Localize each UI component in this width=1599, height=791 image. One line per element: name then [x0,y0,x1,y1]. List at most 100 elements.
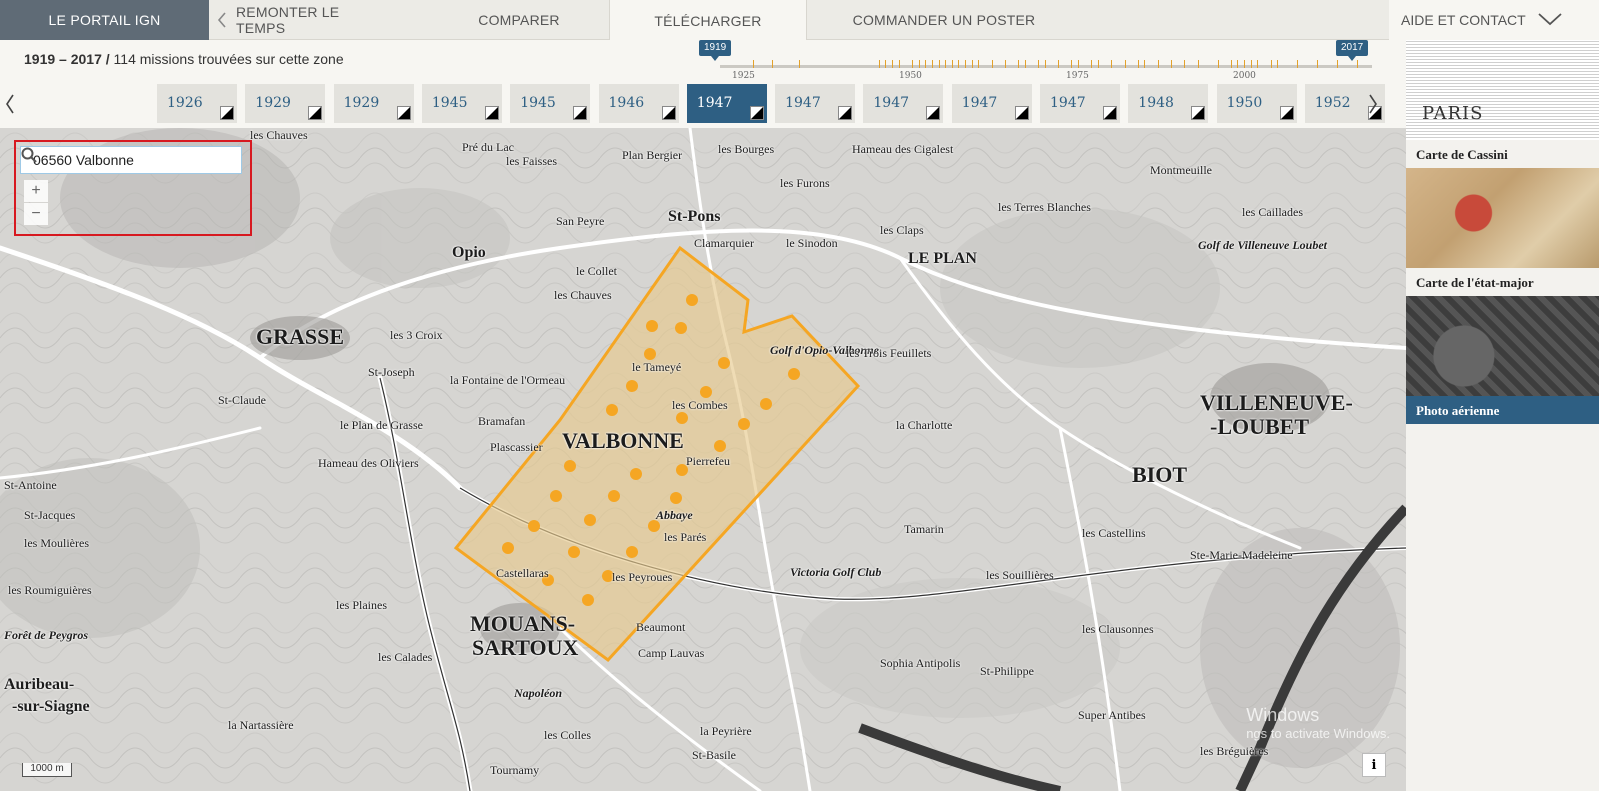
year-tile[interactable]: 1929 [245,84,326,123]
mission-point[interactable] [528,520,540,532]
year-label: 1926 [167,95,203,111]
timeline-tick [911,60,913,68]
mission-point[interactable] [644,348,656,360]
timeline-tick [1078,60,1079,68]
preview-corner-icon [484,106,499,120]
timeline-tick [938,60,940,68]
mission-point[interactable] [675,322,687,334]
layer-label: Carte de Cassini [1406,140,1599,168]
map-view[interactable]: GRASSE VALBONNE LE PLAN Opio St-Pons VILLENEU… [0,128,1406,791]
mission-point[interactable] [564,460,576,472]
years-next-arrow-icon[interactable] [1363,90,1383,118]
year-tile[interactable]: 1947 [863,84,944,123]
tab-commander-un-poster[interactable]: COMMANDER UN POSTER [838,0,1050,40]
mission-point[interactable] [542,574,554,586]
mission-point[interactable] [714,440,726,452]
year-label: 1945 [431,95,468,111]
timeline-end-handle[interactable]: 2017 [1336,40,1369,61]
timeline-tick [1044,60,1046,68]
mission-point[interactable] [676,464,688,476]
year-tile[interactable]: 1947 [686,84,767,123]
timeline-start-handle[interactable]: 1919 [699,40,732,61]
timeline-label: 1950 [899,71,922,81]
timeline-tick [772,60,774,68]
app-root: LE PORTAIL IGN REMONTER LE TEMPS COMPARE… [0,0,1599,791]
year-tile[interactable]: 1947 [775,84,856,123]
timeline-tick [1058,60,1060,68]
layer-etat-major[interactable]: Carte de l'état-major [1406,168,1599,296]
timeline-tick [1144,60,1146,68]
mission-point[interactable] [760,398,772,410]
mission-point[interactable] [788,368,800,380]
tab-remonter-le-temps[interactable]: REMONTER LE TEMPS [236,0,386,40]
timeline-label: 1975 [1066,71,1089,81]
tab-telecharger[interactable]: TÉLÉCHARGER [609,0,807,41]
search-input[interactable] [33,152,213,168]
timeline-tick [1217,60,1219,68]
help-contact-menu[interactable]: AIDE ET CONTACT [1389,0,1599,40]
mission-point[interactable] [700,386,712,398]
timeline-tick [1124,60,1126,68]
preview-corner-icon [926,106,941,120]
mission-point[interactable] [670,492,682,504]
zoom-in-button[interactable]: + [24,180,48,202]
year-tile[interactable]: 1947 [1040,84,1120,123]
layer-label: Photo aérienne [1406,396,1599,424]
chevron-left-icon[interactable] [209,0,235,40]
search-field[interactable] [20,146,242,174]
years-prev-arrow-icon[interactable] [0,90,20,118]
timeline-tick [1357,60,1358,68]
timeline-tick [925,60,927,68]
mission-point[interactable] [718,357,730,369]
mission-summary: 1919 – 2017 / 114 missions trouvées sur … [24,51,344,67]
year-tile[interactable]: 1948 [1128,84,1209,123]
chevron-down-icon [1538,12,1562,29]
year-label: 1950 [1226,95,1263,111]
zoom-out-button[interactable]: − [24,203,48,225]
mission-point[interactable] [626,380,638,392]
mission-point[interactable] [676,412,688,424]
year-label: 1948 [1138,95,1174,111]
year-tile[interactable]: 1929 [333,84,414,123]
year-tile[interactable]: 1947 [951,84,1032,123]
timeline-tick [1317,60,1319,68]
mission-point[interactable] [584,514,596,526]
mission-point[interactable] [608,490,620,502]
year-label: 1952 [1314,95,1351,111]
mission-point[interactable] [502,542,514,554]
mission-point[interactable] [602,570,614,582]
mission-point[interactable] [648,520,660,532]
preview-corner-icon [1191,106,1206,120]
year-label: 1947 [696,95,733,111]
year-label: 1946 [608,95,645,111]
mission-range: 1919 – 2017 / [24,51,110,67]
year-tile[interactable]: 1945 [510,84,591,123]
mission-point[interactable] [686,294,698,306]
brand-link[interactable]: LE PORTAIL IGN [0,0,209,40]
mission-point[interactable] [738,418,750,430]
tab-comparer[interactable]: COMPARER [446,0,592,40]
info-button[interactable]: i [1362,753,1386,777]
timeline[interactable]: 1925 1950 1975 2000 1919 2017 [699,40,1390,84]
mission-point[interactable] [550,490,562,502]
preview-corner-icon [838,106,853,120]
mission-point[interactable] [626,546,638,558]
preview-corner-icon [661,106,676,120]
layer-thumbnail [1406,168,1599,268]
mission-point[interactable] [568,546,580,558]
watermark-text: ngs to activate Windows. [1246,726,1390,741]
layer-photo-aerienne[interactable]: Photo aérienne [1406,296,1599,424]
year-tile[interactable]: 1950 [1216,84,1297,123]
timeline-tick [1250,60,1252,68]
timeline-tick [931,60,933,68]
timeline-tick [971,60,973,68]
year-tile[interactable]: 1926 [157,84,237,123]
layer-cassini[interactable]: PARIS Carte de Cassini [1406,40,1599,168]
mission-point[interactable] [646,320,658,332]
mission-point[interactable] [630,468,642,480]
year-tile[interactable]: 1945 [421,84,502,123]
year-tile[interactable]: 1946 [598,84,679,123]
mission-point[interactable] [582,594,594,606]
top-navigation: LE PORTAIL IGN REMONTER LE TEMPS COMPARE… [0,0,1599,41]
mission-point[interactable] [606,404,618,416]
